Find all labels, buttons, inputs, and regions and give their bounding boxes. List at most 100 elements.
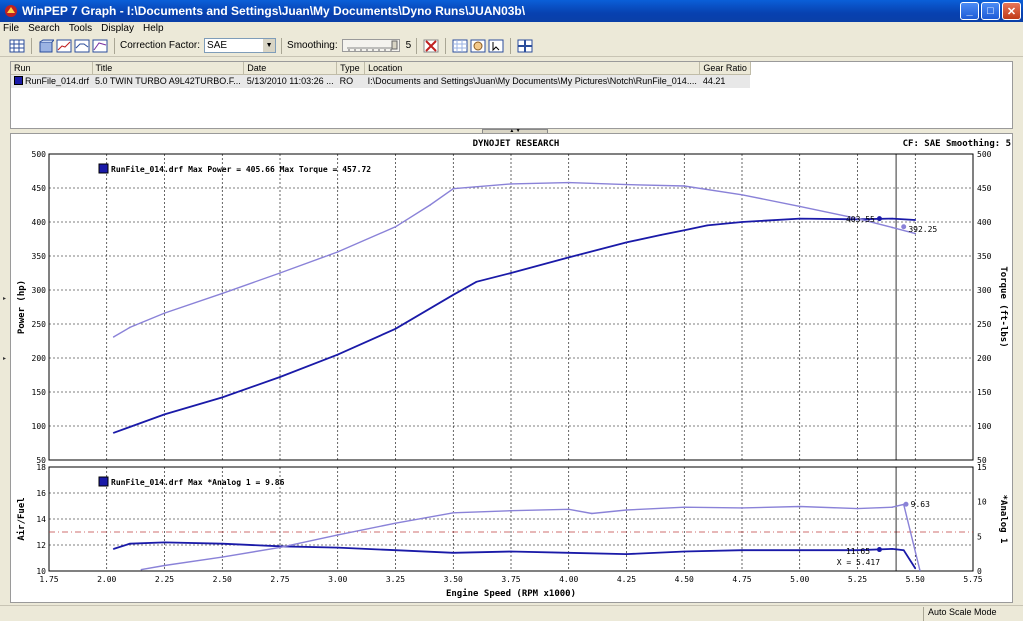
y-tick-label: 350 [32,252,47,261]
chevron-down-icon[interactable]: ▼ [263,39,276,52]
menu-bar: File Search Tools Display Help [0,22,1023,35]
y-axis-label: Power (hp) [17,280,27,334]
x-tick-label: 3.50 [444,575,463,584]
title-bar: WinPEP 7 Graph - I:\Documents and Settin… [0,0,1023,22]
menu-file[interactable]: File [3,23,19,34]
series-point [914,219,917,221]
y-tick-label: 150 [32,388,47,397]
power-cursor-marker [876,216,882,222]
legend-text: RunFile_014.drf Max Power = 405.66 Max T… [111,164,371,174]
smoothing-label: Smoothing: [287,40,338,51]
close-button[interactable]: ✕ [1002,2,1021,20]
toolbar: Correction Factor: SAE ▼ Smoothing: 5 [0,35,1023,57]
x-tick-label: 5.75 [963,575,982,584]
series-point [112,432,115,434]
x-tick-label: 3.25 [386,575,405,584]
x-tick-label: 4.25 [617,575,636,584]
graph-torque-icon[interactable] [73,37,91,55]
power-readout: 403.55 [846,215,875,224]
column-type[interactable]: Type [336,62,366,75]
crosshair-icon[interactable] [516,37,534,55]
series-point [221,396,224,399]
afr-cursor-marker [876,547,882,553]
series-point [163,564,166,567]
series-point [221,292,224,295]
menu-help[interactable]: Help [143,23,164,34]
run-list-icon[interactable] [8,37,26,55]
series-point [279,272,281,274]
series-point [510,550,512,553]
series-point [741,549,743,551]
series-point [914,567,917,570]
menu-display[interactable]: Display [101,23,134,34]
series-point [919,569,921,572]
delete-run-icon[interactable] [422,37,440,55]
series-point [625,509,628,511]
y2-tick-label: 15 [977,463,987,472]
series-point [891,217,893,220]
series-point [798,549,801,551]
cursor-icon[interactable] [487,37,505,55]
column-title[interactable]: Title [92,62,245,75]
series-point [140,568,143,571]
afr-readout: 11.65 [846,547,870,556]
y2-tick-label: 500 [977,150,992,159]
menu-search[interactable]: Search [28,23,60,34]
left-pane-grip-top[interactable]: ▸ [3,295,9,305]
y-tick-label: 250 [32,320,47,329]
menu-tools[interactable]: Tools [69,23,92,34]
column-gear-ratio[interactable]: Gear Ratio [699,62,751,75]
series-point [625,553,628,555]
legend-swatch [98,476,109,487]
x-axis-label: Engine Speed (RPM x1000) [446,588,576,599]
y2-tick-label: 400 [977,218,992,227]
series-point [394,327,397,330]
graph-area: DYNOJET RESEARCH CF: SAE Smoothing: 5 50… [10,133,1013,603]
x-tick-label: 3.75 [501,575,520,584]
torque-readout: 392.25 [908,225,937,234]
column-run[interactable]: Run [11,62,93,75]
legend-swatch [98,163,109,174]
y-tick-label: 500 [32,150,47,159]
column-date[interactable]: Date [243,62,338,75]
zoom-in-icon[interactable] [451,37,469,55]
y-tick-label: 16 [36,489,46,498]
series-point [567,552,570,554]
torque-cursor-marker [901,224,907,230]
graph-3d-icon[interactable] [37,37,55,55]
x-tick-label: 5.25 [848,575,867,584]
y2-axis-label: *Analog 1 [998,495,1008,544]
run-list-header: Run Title Date Type Location Gear Ratio [11,62,751,75]
series-point [394,522,397,524]
run-list-table[interactable]: Run Title Date Type Location Gear Ratio … [10,61,1013,129]
window-title: WinPEP 7 Graph - I:\Documents and Settin… [22,4,526,18]
correction-factor-select[interactable]: SAE ▼ [204,38,277,53]
dyno-chart[interactable]: DYNOJET RESEARCH CF: SAE Smoothing: 5 50… [11,134,1012,602]
run-cell: RunFile_014.drf [11,74,93,88]
y-tick-label: 300 [32,286,47,295]
column-location[interactable]: Location [364,62,701,75]
pan-hand-icon[interactable] [469,37,487,55]
series-point [856,507,859,510]
y-tick-label: 18 [36,463,46,472]
series-point [683,550,686,553]
series-point [625,241,628,244]
series-point [798,205,801,208]
smoothing-slider[interactable] [341,39,400,52]
graph-overlay-icon[interactable] [91,37,109,55]
maximize-button[interactable]: □ [981,2,1000,20]
series-point [336,353,339,356]
y2-tick-label: 200 [977,354,992,363]
legend-text: RunFile_014.drf Max *Analog 1 = 9.86 [111,477,285,487]
series-point [567,256,570,259]
title-cell: 5.0 TWIN TURBO A9L42TURBO.F... [92,74,244,88]
y2-tick-label: 300 [977,286,992,295]
series-point [452,552,455,554]
minimize-button[interactable]: _ [960,2,979,20]
correction-factor-label: Correction Factor: [120,40,201,51]
table-row[interactable]: RunFile_014.drf 5.0 TWIN TURBO A9L42TURB… [11,74,751,88]
left-pane-grip-bottom[interactable]: ▸ [3,355,9,365]
x-tick-label: 3.00 [328,575,347,584]
cf-smoothing-label: CF: SAE Smoothing: 5 [903,138,1011,149]
graph-power-icon[interactable] [55,37,73,55]
